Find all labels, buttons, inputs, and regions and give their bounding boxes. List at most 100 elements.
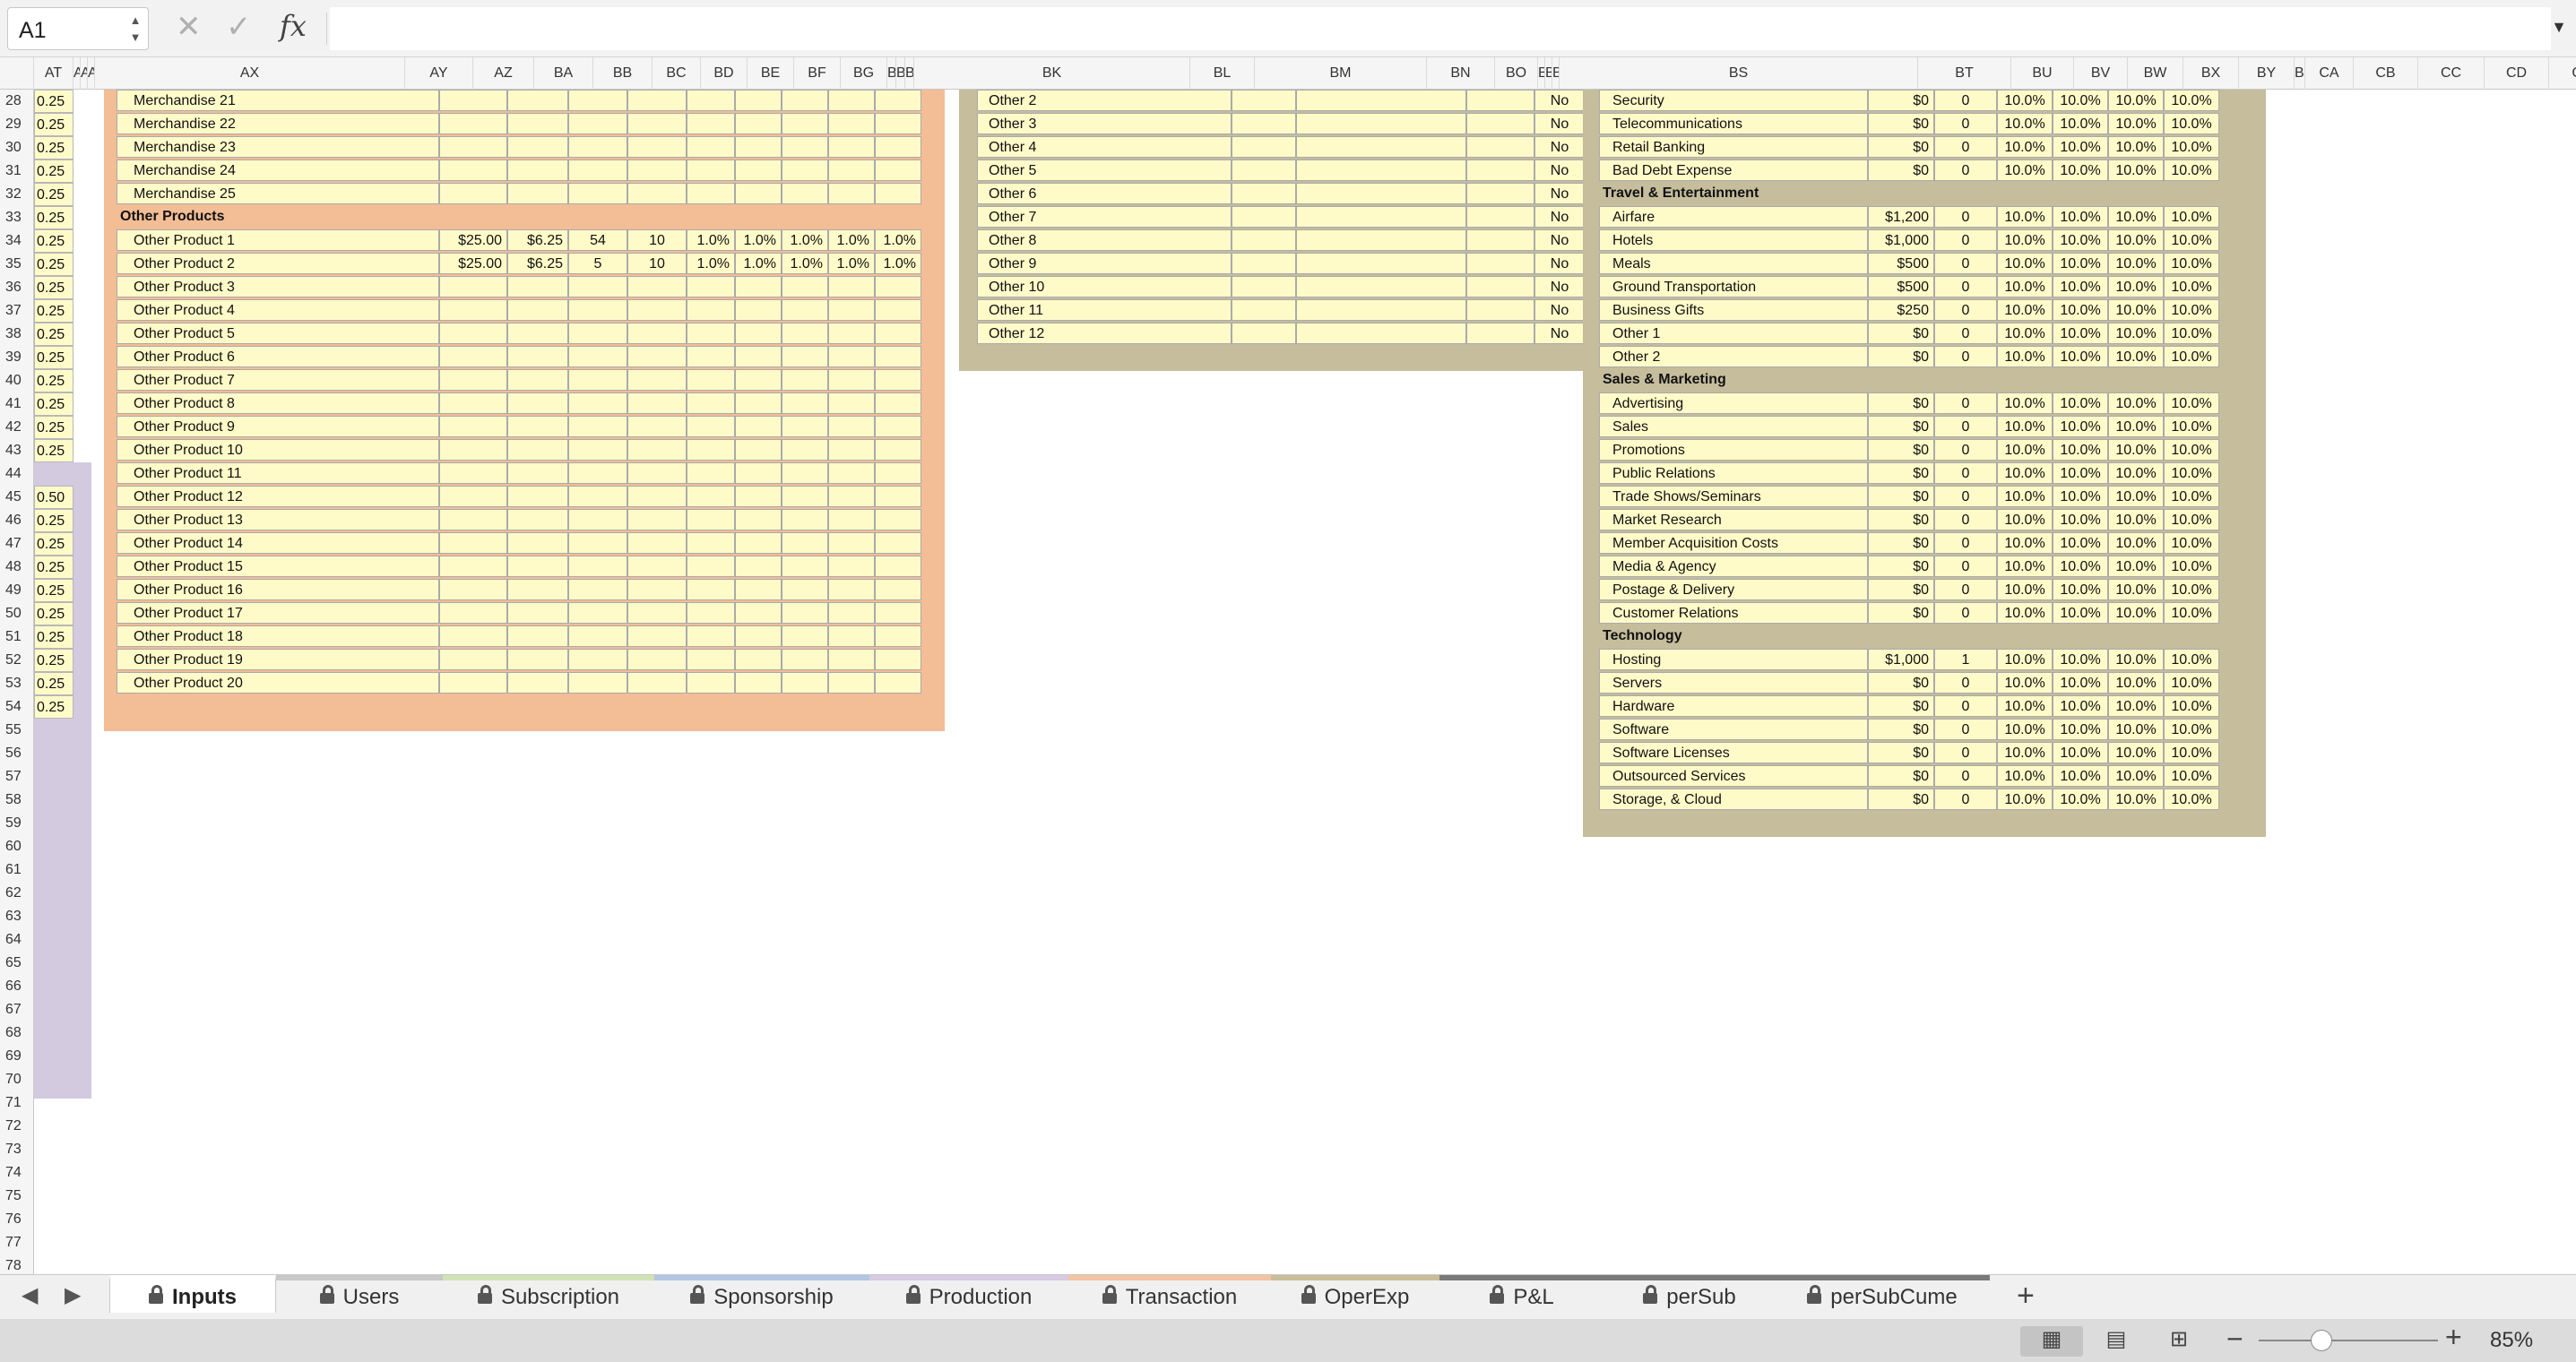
tab-production[interactable]: Production	[869, 1275, 1068, 1313]
product-name-cell[interactable]: Merchandise 25	[117, 183, 439, 204]
product-value-cell[interactable]	[735, 486, 782, 507]
expense-rate-cell[interactable]: 10.0%	[2053, 579, 2108, 600]
product-value-cell[interactable]	[828, 113, 875, 134]
expense-rate-cell[interactable]: 10.0%	[1997, 136, 2053, 158]
product-value-cell[interactable]	[439, 532, 507, 554]
column-header[interactable]: BK	[914, 57, 1190, 90]
product-value-cell[interactable]	[627, 649, 687, 670]
expense-name-cell[interactable]: Business Gifts	[1599, 299, 1868, 321]
other-value-cell[interactable]	[1296, 113, 1466, 134]
product-value-cell[interactable]: 1.0%	[828, 253, 875, 274]
product-name-cell[interactable]: Other Product 8	[117, 392, 439, 414]
other-name-cell[interactable]: Other 3	[977, 113, 1232, 134]
expense-rate-cell[interactable]: 10.0%	[2108, 206, 2164, 228]
product-value-cell[interactable]	[507, 159, 568, 181]
product-value-cell[interactable]	[627, 579, 687, 600]
other-value-cell[interactable]	[1466, 299, 1534, 321]
expense-cost-cell[interactable]: $0	[1868, 509, 1934, 530]
expense-rate-cell[interactable]: 10.0%	[2108, 649, 2164, 670]
product-value-cell[interactable]	[627, 509, 687, 530]
product-value-cell[interactable]: $25.00	[439, 253, 507, 274]
expense-rate-cell[interactable]: 10.0%	[2108, 719, 2164, 740]
expense-qty-cell[interactable]: 0	[1934, 532, 1997, 554]
input-cell[interactable]: 0.25	[34, 672, 73, 695]
product-value-cell[interactable]	[735, 113, 782, 134]
expense-rate-cell[interactable]: 10.0%	[1997, 556, 2053, 577]
column-header[interactable]: BA	[534, 57, 593, 90]
product-value-cell[interactable]	[782, 625, 828, 647]
expense-cost-cell[interactable]: $0	[1868, 602, 1934, 624]
product-value-cell[interactable]: 54	[568, 229, 627, 251]
product-value-cell[interactable]: 5	[568, 253, 627, 274]
zoom-in-button[interactable]: +	[2445, 1321, 2462, 1354]
row-header[interactable]: 65	[0, 952, 33, 975]
other-value-cell[interactable]	[1232, 206, 1296, 228]
add-sheet-button[interactable]: +	[2017, 1279, 2035, 1314]
product-value-cell[interactable]	[782, 556, 828, 577]
row-header[interactable]: 63	[0, 905, 33, 928]
product-value-cell[interactable]	[507, 625, 568, 647]
row-header[interactable]: 32	[0, 183, 33, 206]
product-value-cell[interactable]: 1.0%	[735, 229, 782, 251]
product-value-cell[interactable]	[568, 90, 627, 111]
product-value-cell[interactable]	[875, 299, 921, 321]
expense-qty-cell[interactable]: 1	[1934, 649, 1997, 670]
column-header[interactable]: BO	[1495, 57, 1538, 90]
enter-icon[interactable]: ✓	[226, 9, 252, 45]
product-value-cell[interactable]	[568, 276, 627, 297]
product-value-cell[interactable]: 1.0%	[782, 229, 828, 251]
other-value-cell[interactable]	[1466, 136, 1534, 158]
column-header[interactable]: AU	[73, 57, 81, 90]
expense-rate-cell[interactable]: 10.0%	[2053, 742, 2108, 763]
expense-rate-cell[interactable]: 10.0%	[2053, 509, 2108, 530]
expense-rate-cell[interactable]: 10.0%	[2164, 649, 2219, 670]
expense-rate-cell[interactable]: 10.0%	[2108, 253, 2164, 274]
product-value-cell[interactable]	[507, 462, 568, 484]
expense-name-cell[interactable]: Market Research	[1599, 509, 1868, 530]
expense-rate-cell[interactable]: 10.0%	[2053, 392, 2108, 414]
input-cell[interactable]: 0.25	[34, 113, 73, 136]
product-value-cell[interactable]	[735, 462, 782, 484]
product-value-cell[interactable]	[782, 532, 828, 554]
product-value-cell[interactable]	[875, 90, 921, 111]
product-value-cell[interactable]	[687, 556, 735, 577]
expense-name-cell[interactable]: Public Relations	[1599, 462, 1868, 484]
product-value-cell[interactable]	[507, 113, 568, 134]
expense-rate-cell[interactable]: 10.0%	[2053, 113, 2108, 134]
row-header[interactable]: 57	[0, 765, 33, 789]
other-flag-cell[interactable]: No	[1534, 90, 1585, 111]
expense-rate-cell[interactable]: 10.0%	[2164, 90, 2219, 111]
row-header[interactable]: 33	[0, 206, 33, 229]
product-value-cell[interactable]	[828, 649, 875, 670]
expense-qty-cell[interactable]: 0	[1934, 742, 1997, 763]
expense-cost-cell[interactable]: $0	[1868, 579, 1934, 600]
product-value-cell[interactable]	[439, 439, 507, 461]
expense-rate-cell[interactable]: 10.0%	[2108, 159, 2164, 181]
product-value-cell[interactable]	[782, 369, 828, 391]
product-name-cell[interactable]: Other Product 10	[117, 439, 439, 461]
tab-inputs[interactable]: Inputs	[109, 1275, 276, 1313]
product-value-cell[interactable]	[439, 90, 507, 111]
product-value-cell[interactable]	[439, 369, 507, 391]
expense-name-cell[interactable]: Meals	[1599, 253, 1868, 274]
expense-name-cell[interactable]: Hotels	[1599, 229, 1868, 251]
input-cell[interactable]: 0.25	[34, 369, 73, 392]
row-header[interactable]: 47	[0, 532, 33, 556]
expense-rate-cell[interactable]: 10.0%	[1997, 392, 2053, 414]
expense-rate-cell[interactable]: 10.0%	[2053, 765, 2108, 787]
expense-rate-cell[interactable]: 10.0%	[2164, 323, 2219, 344]
column-header[interactable]: BU	[2011, 57, 2074, 90]
column-header[interactable]: BM	[1255, 57, 1427, 90]
product-value-cell[interactable]	[828, 323, 875, 344]
product-value-cell[interactable]	[735, 532, 782, 554]
expense-rate-cell[interactable]: 10.0%	[1997, 532, 2053, 554]
product-value-cell[interactable]	[568, 323, 627, 344]
expense-qty-cell[interactable]: 0	[1934, 346, 1997, 367]
expense-rate-cell[interactable]: 10.0%	[2108, 113, 2164, 134]
product-value-cell[interactable]	[735, 90, 782, 111]
expense-rate-cell[interactable]: 10.0%	[2053, 672, 2108, 694]
expense-rate-cell[interactable]: 10.0%	[2164, 672, 2219, 694]
cancel-icon[interactable]: ✕	[176, 9, 202, 45]
expense-rate-cell[interactable]: 10.0%	[2108, 556, 2164, 577]
row-header[interactable]: 68	[0, 1022, 33, 1045]
